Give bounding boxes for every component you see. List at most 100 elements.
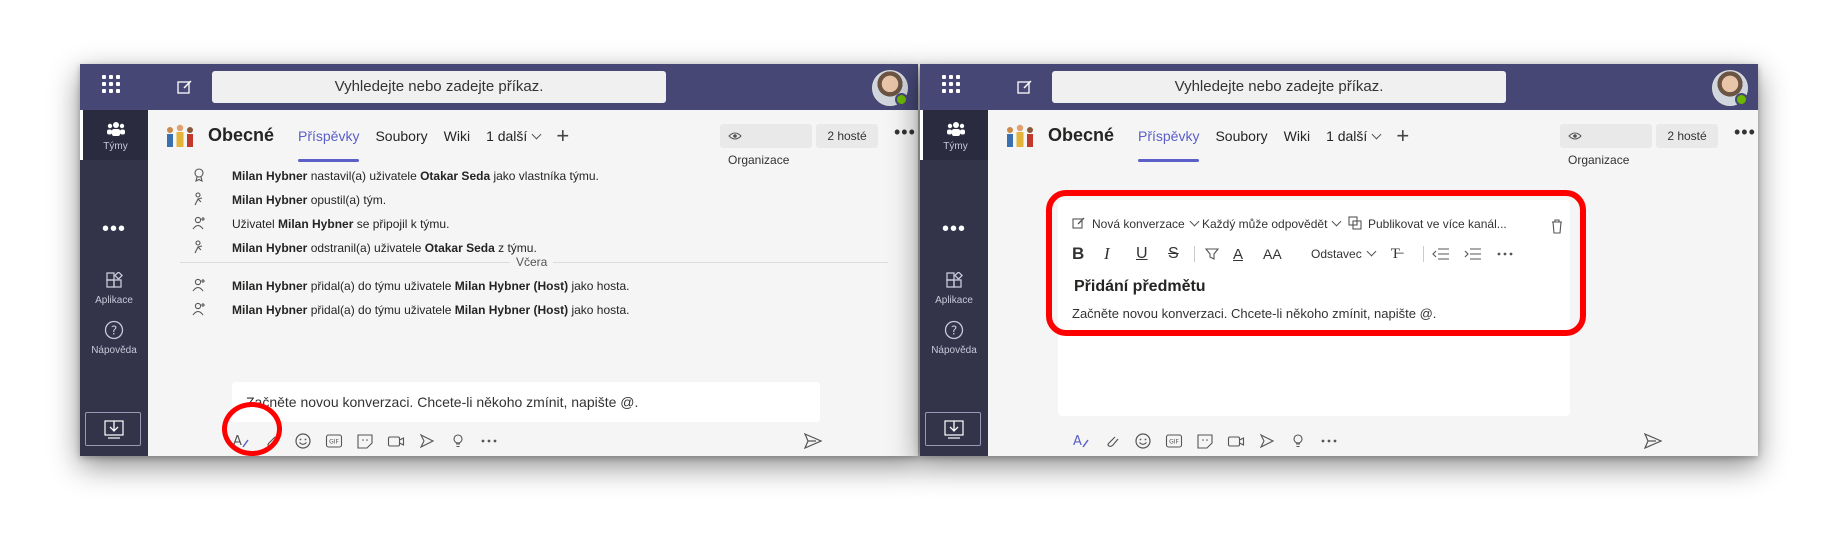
highlight-annotation (222, 402, 282, 456)
tab-files[interactable]: Soubory (1207, 110, 1275, 162)
emoji-icon[interactable] (294, 432, 312, 450)
attach-icon[interactable] (1103, 432, 1121, 450)
channel-title: Obecné (208, 125, 275, 145)
activity-text: Uživatel Milan Hybner se připojil k týmu… (232, 217, 450, 231)
send-icon[interactable] (804, 433, 822, 449)
tab-more-label: 1 další (1326, 128, 1368, 144)
more-options-icon[interactable]: ••• (894, 122, 916, 143)
person-add-icon (192, 216, 205, 230)
tab-more[interactable]: 1 další (478, 110, 548, 162)
stream-icon[interactable] (1258, 432, 1276, 450)
organization-label: Organizace (728, 153, 790, 167)
apps-icon (106, 271, 123, 288)
guests-button[interactable]: 2 hosté (1656, 124, 1718, 148)
activity-text: Milan Hybner přidal(a) do týmu uživatele… (232, 303, 630, 317)
organization-button[interactable]: Organizace (1560, 124, 1652, 167)
channel-tabs: Příspěvky Soubory Wiki 1 další + (290, 110, 569, 162)
rail-item-teams[interactable]: Týmy (80, 110, 148, 160)
activity-text: Milan Hybner opustil(a) tým. (232, 193, 387, 207)
date-divider-label: Včera (510, 255, 554, 269)
eye-icon (1568, 132, 1582, 140)
download-icon (104, 420, 124, 439)
tab-wiki[interactable]: Wiki (1276, 110, 1318, 162)
format-icon[interactable]: A (1072, 432, 1090, 450)
more-options-icon[interactable]: ••• (1734, 122, 1756, 143)
person-add-icon (192, 278, 205, 292)
app-launcher-icon[interactable] (102, 75, 120, 93)
rail-item-help[interactable]: ? Nápověda (80, 320, 148, 356)
add-tab-icon[interactable]: + (556, 110, 569, 162)
send-icon[interactable] (1644, 433, 1662, 449)
person-leave-icon (194, 192, 203, 206)
svg-text:GIF: GIF (1169, 439, 1179, 446)
person-add-icon (192, 302, 205, 316)
tab-posts[interactable]: Příspěvky (290, 110, 367, 162)
tab-more[interactable]: 1 další (1318, 110, 1388, 162)
tab-wiki[interactable]: Wiki (436, 110, 478, 162)
organization-button[interactable]: Organizace (720, 124, 812, 167)
more-actions-icon[interactable] (1320, 432, 1338, 450)
person-remove-icon (194, 240, 203, 254)
help-icon: ? (944, 320, 964, 340)
teams-window-right: Vyhledejte nebo zadejte příkaz. Týmy •••… (920, 64, 1758, 456)
stream-icon[interactable] (418, 432, 436, 450)
gif-icon[interactable]: GIF (325, 432, 343, 450)
praise-icon[interactable] (449, 432, 467, 450)
svg-text:GIF: GIF (329, 439, 339, 446)
search-input[interactable]: Vyhledejte nebo zadejte příkaz. (212, 71, 666, 103)
guests-button[interactable]: 2 hosté (816, 124, 878, 148)
download-app-button[interactable] (85, 412, 141, 446)
activity-text: Milan Hybner odstranil(a) uživatele Otak… (232, 241, 537, 255)
svg-text:?: ? (111, 324, 117, 338)
team-logo (1007, 124, 1033, 147)
download-app-button[interactable] (925, 412, 981, 446)
chevron-down-icon (531, 129, 542, 140)
chevron-down-icon (1371, 129, 1382, 140)
app-rail: Týmy ••• Aplikace ? Nápověda (920, 110, 988, 456)
presence-indicator (895, 93, 908, 106)
search-input[interactable]: Vyhledejte nebo zadejte příkaz. (1052, 71, 1506, 103)
sticker-icon[interactable] (356, 432, 374, 450)
tab-posts[interactable]: Příspěvky (1130, 110, 1207, 162)
avatar[interactable] (872, 70, 908, 106)
avatar[interactable] (1712, 70, 1748, 106)
rail-item-apps[interactable]: Aplikace (80, 271, 148, 306)
meet-now-icon[interactable] (387, 432, 405, 450)
presence-indicator (1735, 93, 1748, 106)
more-apps-icon[interactable]: ••• (920, 218, 988, 241)
emoji-icon[interactable] (1134, 432, 1152, 450)
app-launcher-icon[interactable] (942, 75, 960, 93)
new-chat-icon[interactable] (1016, 78, 1034, 96)
channel-header: Obecné Příspěvky Soubory Wiki 1 další + … (988, 110, 1758, 167)
meet-now-icon[interactable] (1227, 432, 1245, 450)
channel-tabs: Příspěvky Soubory Wiki 1 další + (1130, 110, 1409, 162)
channel-pane: Obecné Příspěvky Soubory Wiki 1 další + … (988, 110, 1758, 456)
praise-icon[interactable] (1289, 432, 1307, 450)
sticker-icon[interactable] (1196, 432, 1214, 450)
more-actions-icon[interactable] (480, 432, 498, 450)
new-chat-icon[interactable] (176, 78, 194, 96)
help-icon: ? (104, 320, 124, 340)
top-bar: Vyhledejte nebo zadejte příkaz. (920, 64, 1758, 110)
rail-item-teams[interactable]: Týmy (920, 110, 988, 160)
tab-files[interactable]: Soubory (367, 110, 435, 162)
add-tab-icon[interactable]: + (1396, 110, 1409, 162)
channel-title: Obecné (1048, 125, 1115, 145)
gif-icon[interactable]: GIF (1165, 432, 1183, 450)
teams-icon (106, 122, 125, 136)
rail-item-help[interactable]: ? Nápověda (920, 320, 988, 356)
team-logo (167, 124, 193, 147)
teams-icon (946, 122, 965, 136)
svg-text:?: ? (951, 324, 957, 338)
activity-text: Milan Hybner přidal(a) do týmu uživatele… (232, 279, 630, 293)
rail-label-help: Nápověda (931, 345, 977, 356)
activity-text: Milan Hybner nastavil(a) uživatele Otaka… (232, 169, 599, 183)
more-apps-icon[interactable]: ••• (80, 218, 148, 241)
compose-input[interactable]: Začněte novou konverzaci. Chcete-li něko… (232, 382, 820, 422)
top-bar: Vyhledejte nebo zadejte příkaz. (80, 64, 918, 110)
rail-label-help: Nápověda (91, 345, 137, 356)
rail-label-teams: Týmy (103, 141, 128, 152)
teams-window-left: Vyhledejte nebo zadejte příkaz. Týmy •••… (80, 64, 918, 456)
compose-toolbar: A GIF (1072, 426, 1351, 456)
rail-item-apps[interactable]: Aplikace (920, 271, 988, 306)
